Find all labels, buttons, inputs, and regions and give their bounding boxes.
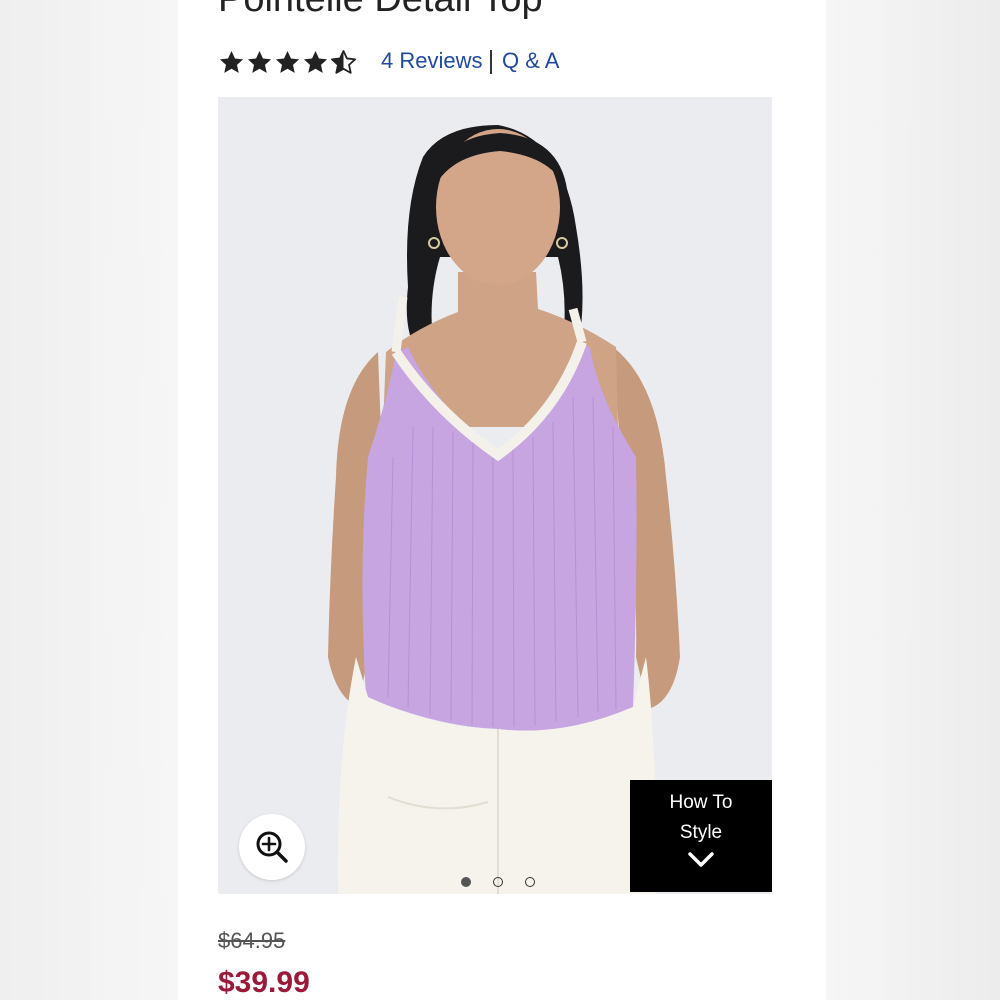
how-to-style-label-line2: Style: [679, 822, 723, 843]
star-full-icon: [275, 50, 300, 73]
how-to-style-button[interactable]: How To Style: [630, 780, 772, 892]
star-full-icon: [219, 50, 244, 73]
carousel-dot-1[interactable]: [461, 877, 471, 887]
star-half-icon: [331, 49, 356, 74]
product-image[interactable]: How To Style: [218, 97, 772, 894]
product-card: Pointelle Detail Top 4 Reviews Q & A: [178, 0, 826, 1000]
qa-link[interactable]: Q & A: [502, 48, 559, 74]
star-full-icon: [247, 50, 272, 73]
how-to-style-label-line1: How To: [669, 792, 733, 813]
link-divider: [490, 50, 492, 74]
rating-stars[interactable]: [218, 44, 357, 80]
background-right: [826, 0, 1000, 1000]
product-title: Pointelle Detail Top: [218, 0, 818, 24]
star-full-icon: [303, 50, 328, 73]
chevron-down-icon: [688, 852, 714, 867]
reviews-link[interactable]: 4 Reviews: [381, 48, 482, 74]
sale-price: $39.99: [218, 966, 310, 999]
product-photo-illustration: [218, 97, 772, 894]
zoom-button[interactable]: [239, 814, 305, 880]
background-left: [0, 0, 178, 1000]
carousel-dot-2[interactable]: [493, 877, 503, 887]
carousel-dot-3[interactable]: [525, 877, 535, 887]
original-price: $64.95: [218, 928, 286, 953]
zoom-in-icon: [256, 831, 288, 863]
carousel-dots: [461, 877, 535, 887]
